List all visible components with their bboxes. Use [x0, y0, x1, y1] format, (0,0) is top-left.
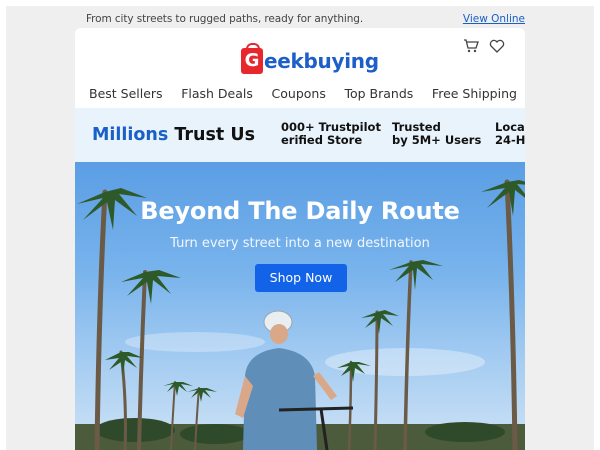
hero-banner[interactable]: Beyond The Daily Route Turn every street… — [75, 162, 525, 450]
logo-wordmark: eekbuying — [264, 49, 379, 73]
email-card: G eekbuying Best Sellers Flash Deals Cou… — [75, 28, 525, 450]
nav-item-best-sellers[interactable]: Best Sellers — [89, 86, 163, 101]
trust-item-trustpilot: 000+ Trustpilot erified Store — [281, 121, 381, 147]
view-online-link[interactable]: View Online — [463, 13, 525, 25]
trust-banner: Millions Trust Us 000+ Trustpilot erifie… — [75, 108, 525, 162]
header-icons — [463, 38, 505, 54]
email-frame: From city streets to rugged paths, ready… — [6, 6, 594, 450]
trust-item-line2: 24-H — [495, 133, 525, 147]
hero-title: Beyond The Daily Route — [140, 197, 460, 225]
trust-title: Millions Trust Us — [92, 125, 255, 145]
cart-icon[interactable] — [463, 38, 479, 54]
main-nav: Best Sellers Flash Deals Coupons Top Bra… — [75, 86, 525, 101]
shop-now-button[interactable]: Shop Now — [255, 264, 347, 292]
trust-item-line2: erified Store — [281, 133, 363, 147]
trust-item-line2: by 5M+ Users — [392, 133, 482, 147]
trust-item-local: Local 24-H — [495, 121, 525, 147]
logo-bag-icon: G — [241, 43, 263, 74]
nav-item-free-shipping[interactable]: Free Shipping — [432, 86, 517, 101]
nav-item-coupons[interactable]: Coupons — [272, 86, 326, 101]
nav-item-top-brands[interactable]: Top Brands — [344, 86, 413, 101]
geekbuying-logo[interactable]: G eekbuying — [241, 43, 379, 77]
heart-icon[interactable] — [489, 38, 505, 54]
nav-item-flash-deals[interactable]: Flash Deals — [181, 86, 253, 101]
preheader-text: From city streets to rugged paths, ready… — [86, 13, 364, 25]
trust-title-highlight: Millions — [92, 125, 169, 145]
hero-subtitle: Turn every street into a new destination — [170, 236, 430, 251]
trust-item-users: Trusted by 5M+ Users — [392, 121, 481, 147]
trust-title-rest: Trust Us — [174, 125, 256, 145]
